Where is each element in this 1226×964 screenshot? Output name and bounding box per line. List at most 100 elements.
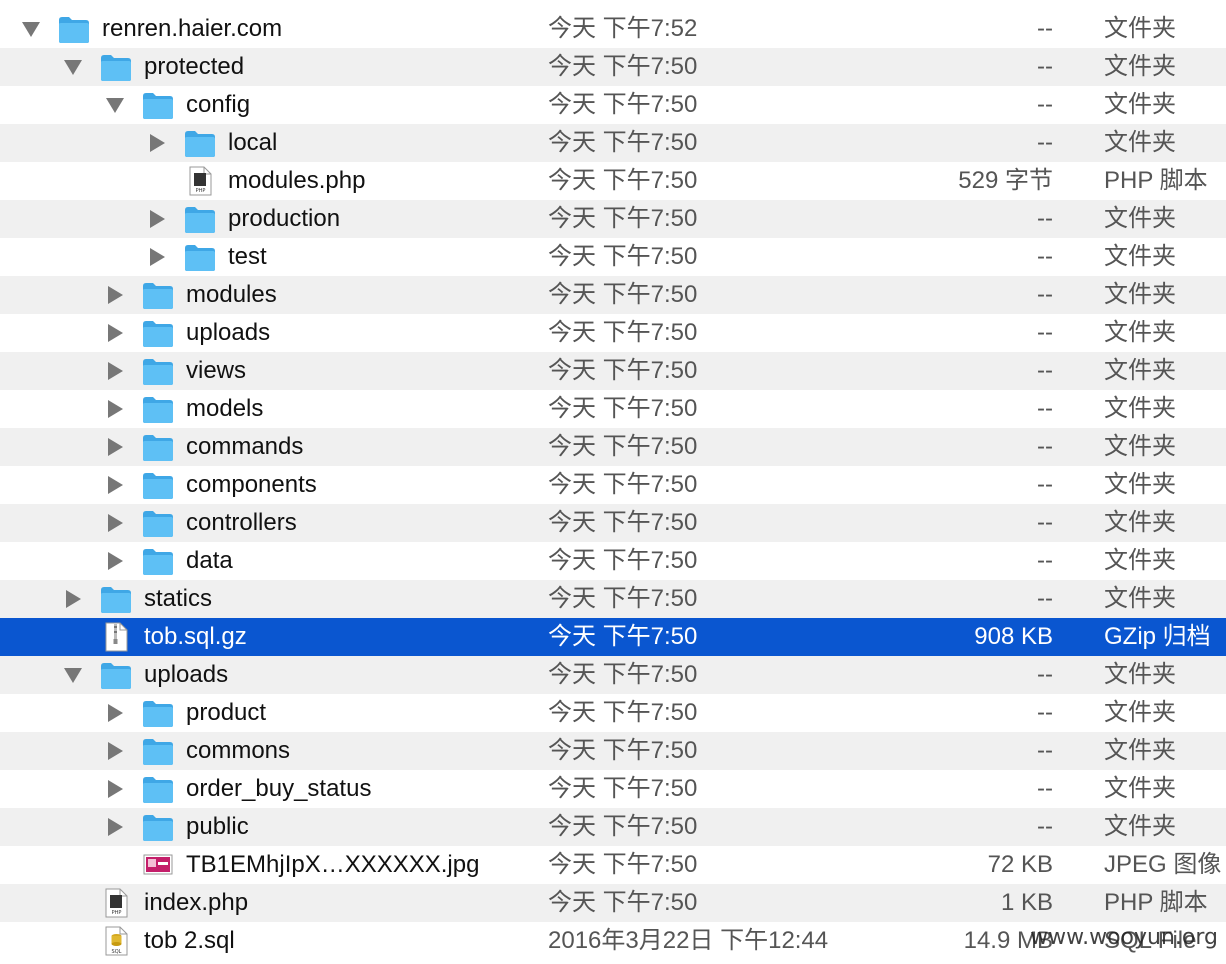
disclosure-triangle-closed-icon[interactable]: [104, 504, 126, 542]
list-row-partial: [0, 0, 1226, 10]
sql-file-icon: SQL: [100, 926, 132, 956]
item-kind: 文件夹: [1104, 15, 1176, 42]
disclosure-triangle-closed-icon[interactable]: [104, 808, 126, 846]
item-kind: PHP 脚本: [1104, 167, 1208, 194]
folder-row[interactable]: order_buy_status 今天 下午7:50 -- 文件夹: [0, 770, 1226, 808]
disclosure-triangle-closed-icon[interactable]: [104, 352, 126, 390]
disclosure-triangle-closed-icon[interactable]: [146, 238, 168, 276]
file-row[interactable]: TB1EMhjIpX…XXXXXX.jpg 今天 下午7:50 72 KB JPEG …: [0, 846, 1226, 884]
folder-icon: [100, 52, 132, 82]
disclosure-triangle-open-icon[interactable]: [104, 86, 126, 124]
file-row[interactable]: tob.sql.gz 今天 下午7:50 908 KB GZip 归档: [0, 618, 1226, 656]
folder-row[interactable]: public 今天 下午7:50 -- 文件夹: [0, 808, 1226, 846]
folder-icon: [100, 660, 132, 690]
item-size: --: [1037, 281, 1053, 308]
date-modified: 今天 下午7:50: [548, 53, 698, 80]
disclosure-triangle-closed-icon[interactable]: [104, 390, 126, 428]
file-row[interactable]: PHP modules.php 今天 下午7:50 529 字节 PHP 脚本: [0, 162, 1226, 200]
folder-icon: [184, 128, 216, 158]
item-name: commands: [186, 433, 304, 460]
disclosure-triangle-closed-icon[interactable]: [104, 732, 126, 770]
date-modified: 今天 下午7:50: [548, 281, 698, 308]
disclosure-triangle-open-icon[interactable]: [62, 656, 84, 694]
folder-row[interactable]: components 今天 下午7:50 -- 文件夹: [0, 466, 1226, 504]
disclosure-triangle-open-icon[interactable]: [62, 48, 84, 86]
folder-icon: [142, 280, 174, 310]
disclosure-triangle-closed-icon[interactable]: [104, 314, 126, 352]
folder-row[interactable]: renren.haier.com 今天 下午7:52 -- 文件夹: [0, 10, 1226, 48]
folder-row[interactable]: local 今天 下午7:50 -- 文件夹: [0, 124, 1226, 162]
item-size: --: [1037, 205, 1053, 232]
folder-row[interactable]: data 今天 下午7:50 -- 文件夹: [0, 542, 1226, 580]
disclosure-triangle-closed-icon[interactable]: [146, 200, 168, 238]
item-kind: 文件夹: [1104, 319, 1176, 346]
item-kind: 文件夹: [1104, 205, 1176, 232]
date-modified: 今天 下午7:50: [548, 395, 698, 422]
date-modified: 今天 下午7:50: [548, 889, 698, 916]
item-kind: 文件夹: [1104, 699, 1176, 726]
date-modified: 2016年3月22日 下午12:44: [548, 927, 829, 954]
folder-row[interactable]: commons 今天 下午7:50 -- 文件夹: [0, 732, 1226, 770]
date-modified: 今天 下午7:50: [548, 737, 698, 764]
item-name: production: [228, 205, 341, 232]
item-kind: 文件夹: [1104, 471, 1176, 498]
date-modified: 今天 下午7:50: [548, 357, 698, 384]
item-kind: 文件夹: [1104, 737, 1176, 764]
item-name: TB1EMhjIpX…XXXXXX.jpg: [186, 851, 480, 878]
folder-icon: [142, 90, 174, 120]
disclosure-triangle-closed-icon[interactable]: [104, 428, 126, 466]
folder-row[interactable]: commands 今天 下午7:50 -- 文件夹: [0, 428, 1226, 466]
folder-row[interactable]: modules 今天 下午7:50 -- 文件夹: [0, 276, 1226, 314]
item-name: protected: [144, 53, 245, 80]
item-kind: 文件夹: [1104, 433, 1176, 460]
folder-row[interactable]: test 今天 下午7:50 -- 文件夹: [0, 238, 1226, 276]
item-size: 908 KB: [974, 623, 1053, 650]
item-size: --: [1037, 395, 1053, 422]
folder-row[interactable]: protected 今天 下午7:50 -- 文件夹: [0, 48, 1226, 86]
folder-icon: [142, 546, 174, 576]
disclosure-triangle-closed-icon[interactable]: [104, 770, 126, 808]
item-kind: JPEG 图像: [1104, 851, 1222, 878]
item-name: data: [186, 547, 233, 574]
date-modified: 今天 下午7:50: [548, 585, 698, 612]
disclosure-triangle-open-icon[interactable]: [20, 10, 42, 48]
folder-icon: [142, 774, 174, 804]
item-kind: 文件夹: [1104, 357, 1176, 384]
folder-row[interactable]: statics 今天 下午7:50 -- 文件夹: [0, 580, 1226, 618]
folder-icon: [142, 356, 174, 386]
date-modified: 今天 下午7:50: [548, 471, 698, 498]
folder-icon: [184, 204, 216, 234]
folder-row[interactable]: models 今天 下午7:50 -- 文件夹: [0, 390, 1226, 428]
date-modified: 今天 下午7:50: [548, 319, 698, 346]
item-name: order_buy_status: [186, 775, 372, 802]
folder-row[interactable]: controllers 今天 下午7:50 -- 文件夹: [0, 504, 1226, 542]
folder-row[interactable]: product 今天 下午7:50 -- 文件夹: [0, 694, 1226, 732]
item-kind: 文件夹: [1104, 243, 1176, 270]
folder-icon: [142, 394, 174, 424]
item-size: --: [1037, 509, 1053, 536]
item-name: config: [186, 91, 251, 118]
item-name: components: [186, 471, 317, 498]
disclosure-triangle-closed-icon[interactable]: [62, 580, 84, 618]
archive-file-icon: [100, 622, 132, 652]
svg-text:PHP: PHP: [196, 188, 206, 194]
folder-icon: [142, 318, 174, 348]
disclosure-triangle-closed-icon[interactable]: [104, 276, 126, 314]
disclosure-triangle-closed-icon[interactable]: [104, 694, 126, 732]
folder-row[interactable]: views 今天 下午7:50 -- 文件夹: [0, 352, 1226, 390]
item-kind: PHP 脚本: [1104, 889, 1208, 916]
file-row[interactable]: PHP index.php 今天 下午7:50 1 KB PHP 脚本: [0, 884, 1226, 922]
svg-text:SQL: SQL: [112, 949, 122, 955]
folder-row[interactable]: config 今天 下午7:50 -- 文件夹: [0, 86, 1226, 124]
folder-row[interactable]: production 今天 下午7:50 -- 文件夹: [0, 200, 1226, 238]
folder-icon: [184, 242, 216, 272]
folder-row[interactable]: uploads 今天 下午7:50 -- 文件夹: [0, 656, 1226, 694]
disclosure-triangle-closed-icon[interactable]: [104, 466, 126, 504]
folder-row[interactable]: uploads 今天 下午7:50 -- 文件夹: [0, 314, 1226, 352]
disclosure-triangle-closed-icon[interactable]: [146, 124, 168, 162]
item-kind: 文件夹: [1104, 53, 1176, 80]
php-file-icon: PHP: [100, 888, 132, 918]
item-size: --: [1037, 547, 1053, 574]
disclosure-triangle-closed-icon[interactable]: [104, 542, 126, 580]
item-name: commons: [186, 737, 291, 764]
